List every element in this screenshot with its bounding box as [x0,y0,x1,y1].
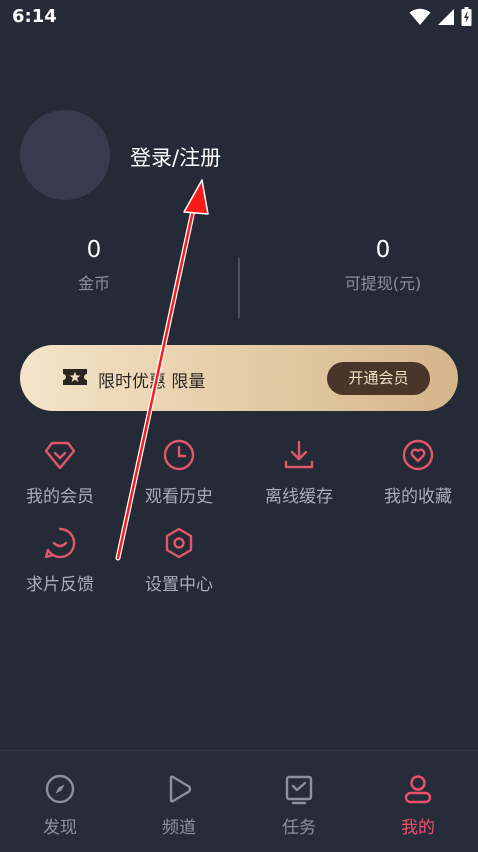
task-icon [285,775,313,805]
stats-divider [238,258,240,318]
user-icon [404,775,432,804]
compass-icon [45,774,75,804]
nav-label: 频道 [162,818,196,838]
withdrawable-stat[interactable]: 0 可提现(元) [283,236,478,294]
menu-item-settings[interactable]: 设置中心 [119,526,239,606]
signal-icon [438,8,454,25]
open-vip-button[interactable]: 开通会员 [327,362,430,395]
menu-label: 我的会员 [26,487,94,507]
feedback-icon [44,527,76,559]
status-bar: 6:14 [0,0,478,34]
promo-text: 限时优惠 限量 [98,372,206,392]
status-time: 6:14 [12,6,57,27]
menu-label: 离线缓存 [265,487,333,507]
heart-icon [402,439,434,471]
menu-item-feedback[interactable]: 求片反馈 [0,526,120,606]
battery-icon [461,7,472,26]
menu-item-watch-history[interactable]: 观看历史 [119,438,239,518]
coins-label: 金币 [77,274,110,293]
menu-item-my-vip[interactable]: 我的会员 [0,438,120,518]
vip-promo-banner[interactable]: 限时优惠 限量 开通会员 [20,345,458,411]
clock-icon [163,439,195,471]
settings-icon [165,527,193,559]
nav-tab-discover[interactable]: 发现 [0,773,120,838]
nav-label: 任务 [282,818,316,838]
nav-label: 发现 [43,818,77,838]
menu-label: 求片反馈 [26,575,94,595]
play-icon [169,775,192,803]
nav-tab-channels[interactable]: 频道 [119,773,239,838]
download-icon [284,440,314,469]
diamond-icon [44,441,76,470]
menu-label: 观看历史 [145,487,213,507]
menu-item-favorites[interactable]: 我的收藏 [358,438,478,518]
coins-value: 0 [86,237,102,263]
menu-label: 我的收藏 [384,487,452,507]
wifi-icon [409,8,431,25]
nav-label: 我的 [401,818,435,838]
menu-label: 设置中心 [145,575,213,595]
login-register-link[interactable]: 登录/注册 [130,142,221,172]
ticket-star-icon [63,369,87,385]
withdrawable-value: 0 [375,237,391,263]
avatar[interactable] [20,110,110,200]
menu-item-offline-cache[interactable]: 离线缓存 [239,438,359,518]
bottom-nav: 发现 频道 任务 我的 [0,750,478,852]
nav-tab-tasks[interactable]: 任务 [239,773,359,838]
nav-tab-mine[interactable]: 我的 [358,773,478,838]
withdrawable-label: 可提现(元) [344,274,422,293]
coins-stat[interactable]: 0 金币 [0,236,194,294]
